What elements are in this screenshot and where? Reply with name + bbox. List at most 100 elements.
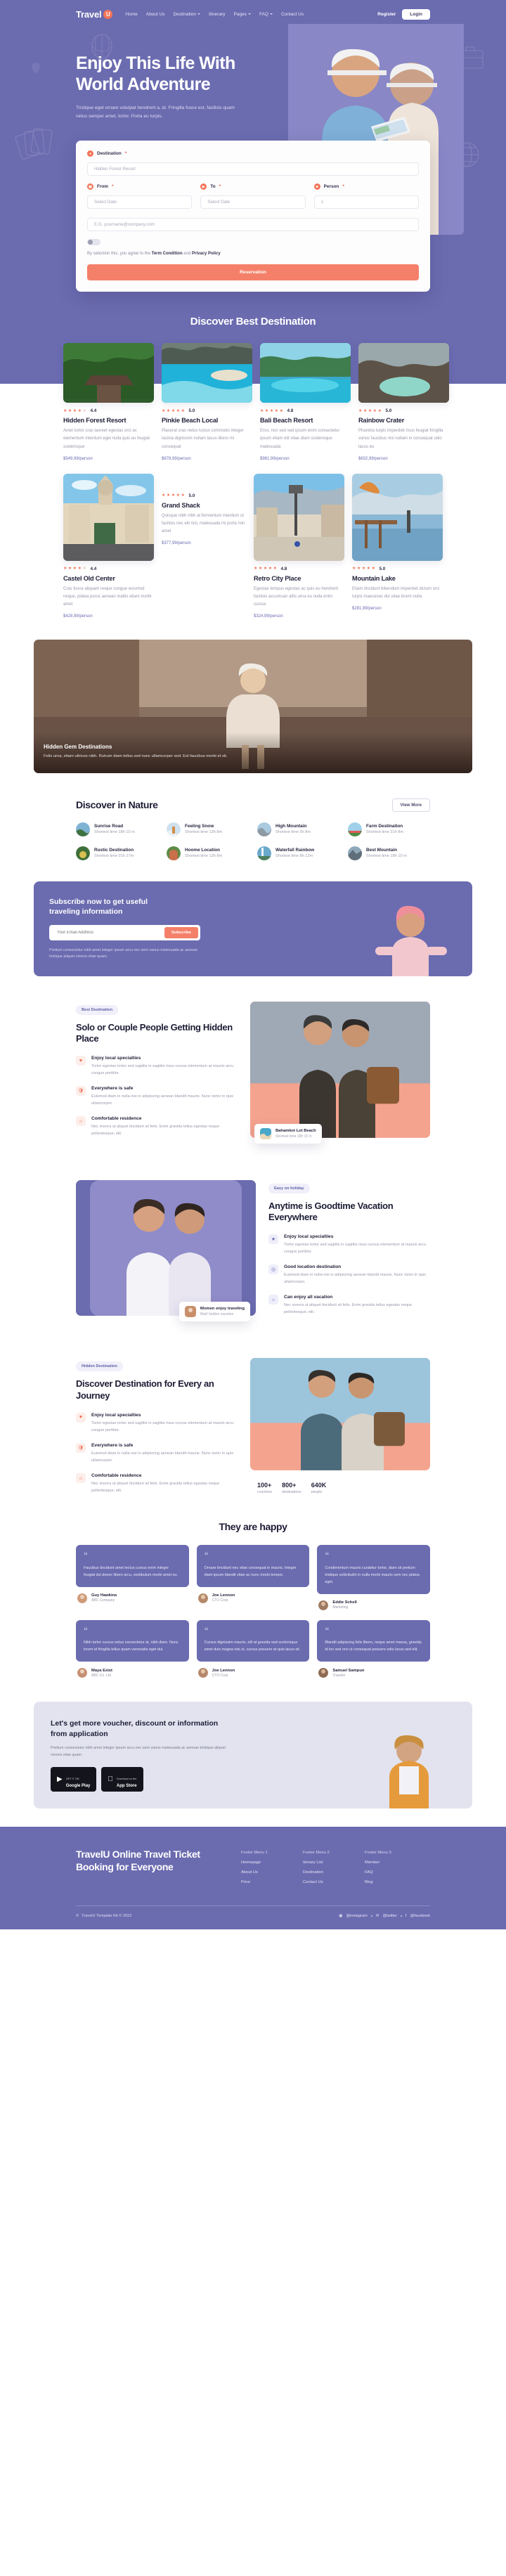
- nav-item-about-us[interactable]: About Us: [146, 12, 165, 17]
- star-icon: ★: [82, 567, 86, 571]
- nature-item[interactable]: Farm Destination Shortest time 21h 8m: [348, 822, 430, 836]
- twitter-link[interactable]: @twitter: [382, 1914, 397, 1918]
- privacy-policy-link[interactable]: Privacy Policy: [192, 252, 221, 256]
- subscribe-email-input[interactable]: [51, 927, 164, 939]
- google-play-button[interactable]: ▶ GET IT ON Google Play: [51, 1767, 97, 1792]
- rating-value: 4.4: [90, 566, 97, 571]
- destination-card[interactable]: ★ ★ ★ ★ ★ 5.0 Mountain Lake Etiam tincidunt …: [352, 473, 443, 619]
- required-mark: *: [124, 151, 127, 157]
- reservation-button[interactable]: Reservation: [87, 264, 419, 281]
- nature-item[interactable]: Sunrise Road Shortest time 18h 15 m: [76, 822, 158, 836]
- nature-item[interactable]: Waterfall Rainbow Shortest time 8h 12m: [257, 846, 339, 860]
- footer-link[interactable]: Destination: [303, 1870, 346, 1875]
- destination-card[interactable]: ★ ★ ★ ★ ★ 5.0 Rainbow Crater Pharetra turpis…: [358, 343, 449, 461]
- to-date-input[interactable]: [200, 195, 306, 209]
- nature-name: Feeling Snow: [185, 824, 214, 829]
- required-mark: *: [219, 184, 221, 190]
- terms-toggle[interactable]: [87, 239, 100, 246]
- nav-item-contact-us[interactable]: Contact Us: [281, 12, 304, 17]
- nature-name: Waterfall Rainbow: [275, 848, 315, 853]
- rating-value: 5.0: [188, 408, 195, 414]
- footer-link[interactable]: Contact Us: [303, 1880, 346, 1884]
- app-store-button[interactable]:  Download on the App Store: [101, 1767, 143, 1792]
- nature-item[interactable]: High Mountain Shortest time 5h 8m: [257, 822, 339, 836]
- nature-thumbnail: [167, 822, 181, 836]
- person-input[interactable]: [313, 195, 419, 209]
- quote-icon: “: [204, 1625, 209, 1636]
- nav-item-faq[interactable]: FAQ: [259, 12, 273, 17]
- required-mark: *: [111, 184, 114, 190]
- twitter-icon[interactable]: ✉: [376, 1914, 379, 1918]
- benefit-item: ♥ Enjoy local specialties Tortor egestas …: [76, 1412, 238, 1434]
- app-cta-description: Pretium consectetur nibh amet integer ip…: [51, 1745, 226, 1757]
- facebook-icon[interactable]: f: [406, 1914, 407, 1918]
- from-date-input[interactable]: [87, 195, 193, 209]
- nature-thumbnail: [348, 822, 362, 836]
- instagram-link[interactable]: @instagram: [346, 1914, 368, 1918]
- benefit-item: ◎ Good location destination Euismod diam …: [268, 1264, 430, 1286]
- rating-stars: ★ ★ ★ ★ ★ 5.0: [358, 408, 449, 413]
- benefit-description: Tortor egestas tortor sed sagittis in sa…: [91, 1420, 234, 1432]
- nav-item-destination[interactable]: Destination: [173, 12, 201, 17]
- nature-item[interactable]: Feeling Snow Shortest time 13h 8m: [167, 822, 249, 836]
- star-icon: ★: [166, 408, 171, 413]
- destination-card[interactable]: ★ ★ ★ ★ ★ 4.8 Bali Beach Resort Eros, non se…: [260, 343, 351, 461]
- subscribe-button[interactable]: Subscribe: [164, 927, 198, 939]
- logo[interactable]: Travel U: [76, 9, 113, 20]
- cards-outline-icon: [15, 128, 53, 160]
- destination-input[interactable]: [87, 162, 419, 176]
- price-amount: $549,99: [63, 456, 79, 461]
- nav-item-home[interactable]: Home: [125, 12, 137, 17]
- hidden-gem-banner[interactable]: Hidden Gem Destinations Felis urna, etia…: [34, 639, 472, 773]
- register-button[interactable]: Register: [377, 12, 396, 17]
- login-button[interactable]: Login: [402, 8, 430, 20]
- footer-link[interactable]: Itenary List: [303, 1860, 346, 1865]
- destination-card[interactable]: ★ ★ ★ ★ ★ 5.0 Pinkie Beach Local Placerat cr…: [162, 343, 252, 461]
- star-icon: ★: [63, 408, 67, 413]
- view-more-button[interactable]: View More: [391, 798, 430, 812]
- nav-item-pages[interactable]: Pages: [234, 12, 251, 17]
- footer-link[interactable]: Blog: [365, 1880, 408, 1884]
- star-icon: ★: [72, 567, 77, 571]
- footer-column: Footer Menu 1 Homepage About Us Price: [241, 1851, 285, 1890]
- nature-item[interactable]: Rustic Destination Shortest time 01h 27m: [76, 846, 158, 860]
- footer-link[interactable]: About Us: [241, 1870, 285, 1875]
- section-header: Discover in Nature View More: [76, 798, 430, 812]
- price-amount: $428,99: [63, 614, 79, 619]
- instagram-icon[interactable]: ▣: [339, 1914, 342, 1918]
- section-pill: Hidden Destination: [76, 1361, 123, 1372]
- footer-link[interactable]: FAQ: [365, 1870, 408, 1875]
- facebook-link[interactable]: @facebook: [410, 1914, 430, 1918]
- footer-link[interactable]: Homepage: [241, 1860, 285, 1865]
- email-input[interactable]: [87, 218, 419, 232]
- star-icon: ★: [377, 408, 382, 413]
- required-mark: *: [342, 184, 344, 190]
- hero-content: Enjoy This Life With World Adventure Tri…: [0, 24, 506, 235]
- nature-item[interactable]: Best Mountain Shortest time 18h 15 m: [348, 846, 430, 860]
- price-amount: $678,99: [162, 456, 177, 461]
- destination-card[interactable]: ★ ★ ★ ★ ★ 5.0 Grand Shack Quisque nibh nibh …: [162, 474, 246, 619]
- footer-column-head: Footer Menu 1: [241, 1851, 268, 1856]
- subscribe-section: Subscribe now to get useful traveling in…: [34, 881, 472, 976]
- destination-card[interactable]: ★ ★ ★ ★ ★ 4.4 Castel Old Center Cras fusce a…: [63, 473, 154, 619]
- destination-card[interactable]: ★ ★ ★ ★ ★ 4.4 Hidden Forest Resort Amet tort…: [63, 343, 154, 461]
- store-small-text: Download on the: [111, 1778, 137, 1781]
- chevron-down-icon: [197, 13, 201, 15]
- avatar: [77, 1593, 87, 1603]
- term-condition-link[interactable]: Term Condition: [152, 252, 183, 256]
- nav-item-itinerary[interactable]: Itinerary: [209, 12, 225, 17]
- feature-float-card[interactable]: Women enjoy traveling Wait! hidden vacati…: [179, 1302, 250, 1322]
- stat-item: 800+ destinations: [282, 1482, 301, 1494]
- stat-label: people: [311, 1490, 323, 1495]
- rating-value: 5.0: [385, 408, 392, 414]
- footer-link[interactable]: Member: [365, 1860, 408, 1865]
- apple-icon: : [108, 1775, 113, 1783]
- star-icon: ★: [67, 567, 72, 571]
- footer-link[interactable]: Price: [241, 1880, 285, 1884]
- testimonial-text: Blandit adipiscing felis libero, neque a…: [325, 1640, 422, 1652]
- nature-item[interactable]: Hoome Location Shortest time 13h 8m: [167, 846, 249, 860]
- destination-card[interactable]: ★ ★ ★ ★ ★ 4.8 Retro City Place Egestas tempu…: [254, 473, 344, 619]
- feature-float-card[interactable]: Bahamkot Lot Beach Shortest time 18h 15 m: [254, 1123, 322, 1144]
- logo-badge: U: [103, 9, 113, 19]
- nav-label: About Us: [145, 11, 165, 17]
